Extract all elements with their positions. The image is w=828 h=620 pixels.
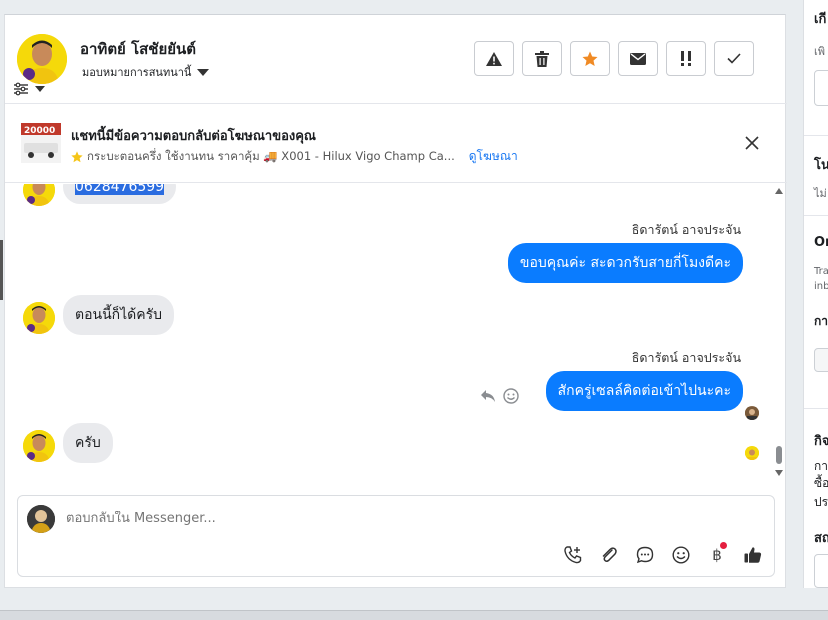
seen-avatar [745, 406, 759, 420]
sidebar-text: โน [814, 158, 828, 173]
contact-avatar-small [23, 184, 55, 206]
attach-button[interactable] [598, 544, 620, 566]
ad-description: กระบะตอนครึ่ง ใช้งานทน ราคาคุ้ม 🚚 X001 -… [87, 148, 455, 163]
message-composer: ฿ [17, 495, 775, 577]
star-icon [71, 150, 83, 162]
delete-button[interactable] [522, 41, 562, 76]
chat-bubble-icon [636, 546, 654, 564]
sender-name: ธิดารัตน์ อาจประจัน [631, 350, 741, 365]
divider [804, 408, 828, 409]
sidebar-text: ซื้อ [814, 476, 828, 490]
sender-name: ธิดารัตน์ อาจประจัน [631, 222, 741, 237]
thumbs-up-icon [744, 547, 762, 563]
check-icon [727, 53, 741, 64]
follow-up-button[interactable] [666, 41, 706, 76]
notification-dot [720, 542, 727, 549]
phone-plus-icon [564, 546, 582, 564]
ad-title: แชทนี้มีข้อความตอบกลับต่อโฆษณาของคุณ [71, 129, 316, 144]
smiley-icon [672, 546, 690, 564]
contact-name: อาทิตย์ โสชัยยันต์ [80, 40, 197, 58]
message-text: ขอบคุณค่ะ สะดวกรับสายกี่โมงดีคะ [519, 255, 731, 271]
ad-reply-banner: 20000 แชทนี้มีข้อความตอบกลับต่อโฆษณาของค… [5, 105, 787, 183]
taskbar-edge [0, 610, 828, 620]
conversation-panel: อาทิตย์ โสชัยยันต์ มอบหมายการสนทนานี้ 20… [4, 14, 787, 588]
sidebar-text: กิจ [814, 434, 828, 449]
envelope-icon [630, 52, 646, 65]
emoji-button[interactable] [670, 544, 692, 566]
double-exclamation-icon [681, 50, 691, 66]
message-bubble-incoming[interactable]: ครับ [63, 423, 113, 463]
message-bubble-incoming[interactable]: ตอนนี้ก็ได้ครับ [63, 295, 175, 335]
sidebar-input[interactable] [814, 554, 828, 588]
divider [804, 215, 828, 216]
left-edge-handle [0, 240, 3, 300]
sidebar-text: กา [814, 314, 828, 328]
emoji-reaction-icon[interactable] [503, 388, 519, 404]
call-button[interactable] [562, 544, 584, 566]
message-text: 0628476599 [75, 184, 165, 195]
view-ad-link[interactable]: ดูโฆษณา [469, 147, 518, 166]
sidebar-text: inb [814, 281, 828, 292]
sidebar-text: สถ [814, 531, 828, 546]
reply-icon[interactable] [480, 389, 496, 403]
contact-avatar-small [23, 430, 55, 462]
right-sidebar: เกี เพิ โน ไม่ Or Tra inb กา กิจ กา ซื้อ… [803, 0, 828, 588]
warning-icon [486, 51, 502, 66]
sidebar-text: เกี [814, 12, 827, 27]
chevron-down-icon [35, 86, 45, 92]
sidebar-input[interactable] [814, 70, 828, 106]
close-icon [745, 136, 759, 150]
saved-replies-button[interactable] [634, 544, 656, 566]
baht-icon: ฿ [712, 546, 722, 564]
agent-avatar [27, 505, 55, 533]
message-text: ตอนนี้ก็ได้ครับ [75, 307, 163, 323]
assign-label: มอบหมายการสนทนานี้ [82, 66, 192, 79]
ad-thumb-text: 20000 [24, 126, 55, 136]
message-scrollbar[interactable] [773, 184, 785, 484]
star-button[interactable] [570, 41, 610, 76]
sliders-icon [14, 82, 28, 96]
reply-input[interactable] [66, 511, 566, 526]
header-actions [474, 41, 754, 76]
mark-done-button[interactable] [714, 41, 754, 76]
sidebar-text: Or [814, 235, 828, 250]
assign-dropdown[interactable]: มอบหมายการสนทนานี้ [82, 63, 210, 81]
message-bubble-outgoing[interactable]: ขอบคุณค่ะ สะดวกรับสายกี่โมงดีคะ [507, 243, 743, 283]
message-list[interactable]: 0628476599 ธิดารัตน์ อาจประจัน ขอบคุณค่ะ… [5, 184, 787, 484]
chevron-down-icon [197, 68, 210, 76]
payment-button[interactable]: ฿ [706, 542, 728, 566]
trash-icon [535, 50, 549, 67]
close-banner-button[interactable] [745, 135, 761, 151]
message-text: สักครู่เซลล์คิดต่อเข้าไปนะคะ [557, 383, 731, 399]
report-spam-button[interactable] [474, 41, 514, 76]
message-bubble-outgoing[interactable]: สักครู่เซลล์คิดต่อเข้าไปนะคะ [545, 371, 743, 411]
ad-thumbnail[interactable]: 20000 [21, 123, 61, 163]
divider [804, 135, 828, 136]
sidebar-button[interactable] [814, 348, 828, 372]
seen-avatar [745, 446, 759, 460]
sidebar-text: ปร [814, 495, 828, 509]
star-icon [582, 51, 598, 66]
message-text: ครับ [75, 435, 101, 451]
filter-dropdown[interactable] [13, 81, 53, 97]
conversation-header: อาทิตย์ โสชัยยันต์ มอบหมายการสนทนานี้ [5, 15, 787, 104]
like-button[interactable] [742, 544, 764, 566]
sidebar-text: ไม่ [814, 187, 827, 200]
message-bubble-incoming[interactable]: 0628476599 [63, 184, 177, 204]
ad-description-row: กระบะตอนครึ่ง ใช้งานทน ราคาคุ้ม 🚚 X001 -… [71, 147, 518, 166]
composer-toolbar: ฿ [562, 542, 764, 566]
sidebar-text: เพิ [814, 45, 826, 58]
contact-avatar-small [23, 302, 55, 334]
contact-avatar[interactable] [17, 34, 67, 84]
sidebar-text: Tra [814, 266, 828, 277]
paperclip-icon [602, 547, 617, 562]
mark-unread-button[interactable] [618, 41, 658, 76]
